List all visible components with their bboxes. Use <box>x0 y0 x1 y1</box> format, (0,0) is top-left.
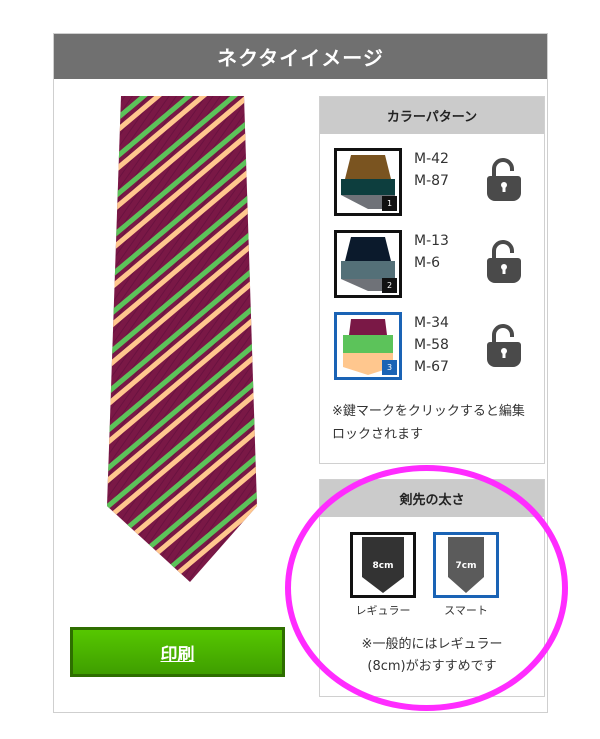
pattern-row-1: 1 M-42 M-87 <box>334 148 534 218</box>
pattern-number: 3 <box>382 360 397 375</box>
color-code: M-34 <box>414 315 449 331</box>
pattern-number: 1 <box>382 196 397 211</box>
tie-preview <box>104 94 274 588</box>
pattern-row-3: 3 M-34 M-58 M-67 <box>334 312 534 382</box>
width-option-smart[interactable]: 7cm <box>433 532 499 598</box>
color-code: M-13 <box>414 233 449 249</box>
pattern-row-2: 2 M-13 M-6 <box>334 230 534 300</box>
color-code: M-87 <box>414 173 449 189</box>
tie-image-panel: ネクタイイメージ 印刷 カラーパターン 1 M-42 M-87 2 M-13 M… <box>53 33 548 713</box>
width-size: 8cm <box>373 561 394 571</box>
color-code: M-42 <box>414 151 449 167</box>
pattern-codes: M-13 M-6 <box>414 230 449 274</box>
color-pattern-box: カラーパターン 1 M-42 M-87 2 M-13 M-6 3 M-34 M-… <box>319 96 545 464</box>
tip-width-box: 剣先の太さ 8cm レギュラー 7cm スマート ※一般的にはレギュラー (8c… <box>319 479 545 697</box>
unlocked-padlock-icon[interactable] <box>486 324 522 368</box>
width-size: 7cm <box>456 561 477 571</box>
pattern-codes: M-34 M-58 M-67 <box>414 312 449 378</box>
unlocked-padlock-icon[interactable] <box>486 158 522 202</box>
color-pattern-title: カラーパターン <box>320 97 544 134</box>
width-option-regular[interactable]: 8cm <box>350 532 416 598</box>
width-note-line-2: (8cm)がおすすめです <box>367 659 497 674</box>
pattern-swatch-2[interactable]: 2 <box>334 230 402 298</box>
pattern-codes: M-42 M-87 <box>414 148 449 192</box>
width-note: ※一般的にはレギュラー (8cm)がおすすめです <box>320 634 544 678</box>
lock-note: ※鍵マークをクリックすると編集ロックされます <box>332 404 525 442</box>
width-label-regular: レギュラー <box>355 604 411 617</box>
tip-width-title: 剣先の太さ <box>320 480 544 517</box>
unlocked-padlock-icon[interactable] <box>486 240 522 284</box>
panel-header: ネクタイイメージ <box>54 34 547 79</box>
print-button-label: 印刷 <box>160 644 195 665</box>
print-button[interactable]: 印刷 <box>70 627 285 677</box>
pattern-number: 2 <box>382 278 397 293</box>
width-label-smart: スマート <box>444 604 488 617</box>
pattern-swatch-3[interactable]: 3 <box>334 312 402 380</box>
color-code: M-6 <box>414 255 441 271</box>
page-title: ネクタイイメージ <box>217 46 384 70</box>
width-note-line-1: ※一般的にはレギュラー <box>361 637 503 652</box>
pattern-swatch-1[interactable]: 1 <box>334 148 402 216</box>
color-code: M-67 <box>414 359 449 375</box>
color-code: M-58 <box>414 337 449 353</box>
